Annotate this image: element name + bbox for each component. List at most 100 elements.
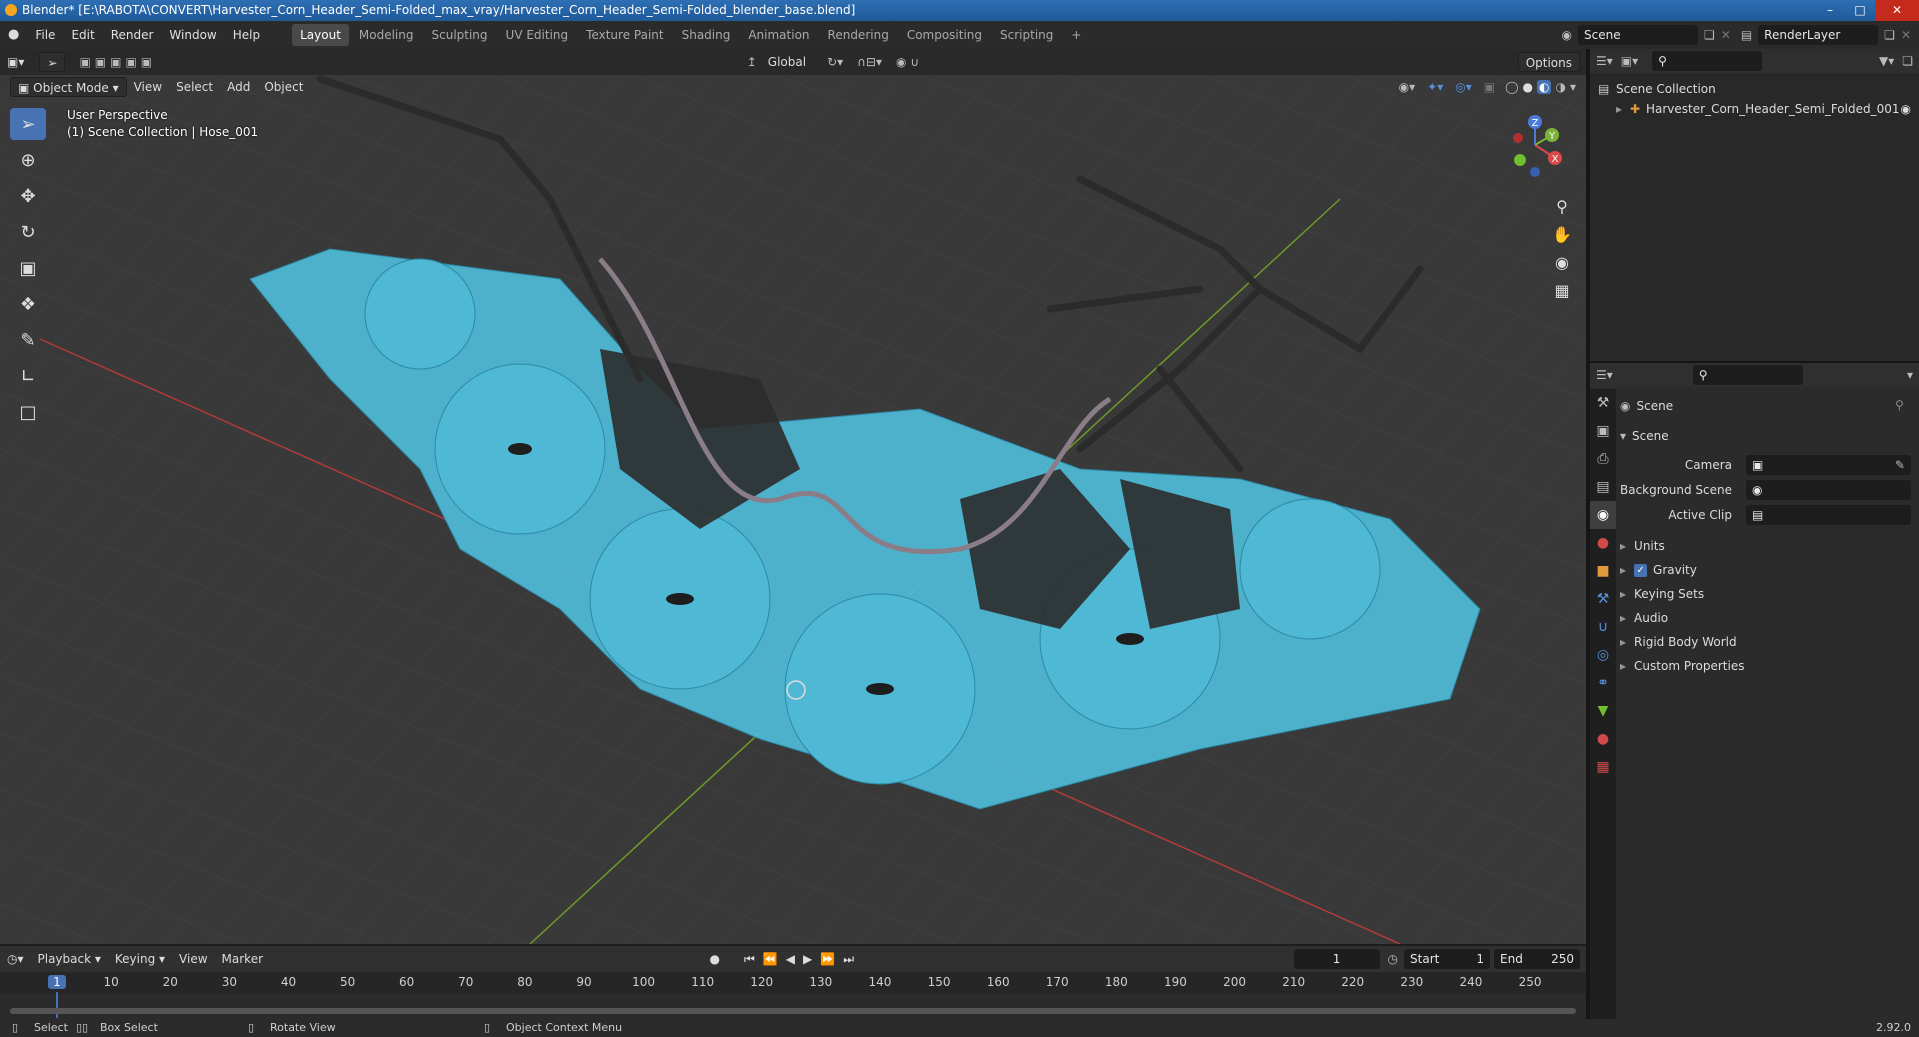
tab-rendering[interactable]: Rendering — [820, 24, 897, 46]
scene-selector[interactable]: Scene — [1578, 25, 1698, 45]
xray-icon[interactable]: ▣ — [1484, 80, 1495, 94]
move-tool-icon[interactable]: ✥ — [10, 180, 46, 212]
start-frame-field[interactable]: Start 1 — [1404, 949, 1491, 969]
material-tab-icon[interactable]: ● — [1590, 725, 1616, 753]
auto-keying-icon[interactable]: ● — [710, 952, 720, 966]
new-collection-icon[interactable]: ❏ — [1902, 54, 1913, 68]
tab-sculpting[interactable]: Sculpting — [424, 24, 496, 46]
new-scene-icon[interactable]: ❏ — [1704, 28, 1715, 42]
viewport-menu-object[interactable]: Object — [257, 77, 310, 97]
view-layer-tab-icon[interactable]: ▤ — [1590, 473, 1616, 501]
renderlayer-selector[interactable]: RenderLayer — [1758, 25, 1879, 45]
visibility-icon[interactable]: ◉▾ — [1399, 80, 1416, 94]
section-custom-properties[interactable]: ▸ Custom Properties — [1620, 655, 1744, 677]
tab-animation[interactable]: Animation — [740, 24, 817, 46]
visibility-eye-icon[interactable]: ◉ — [1901, 99, 1911, 119]
timeline-menu-playback[interactable]: Playback ▾ — [31, 949, 108, 969]
options-dropdown[interactable]: Options — [1517, 52, 1581, 72]
select-box-tool-icon[interactable]: ➢ — [10, 108, 46, 140]
background-scene-field[interactable]: ◉ — [1746, 480, 1911, 500]
add-workspace-icon[interactable]: + — [1063, 24, 1089, 46]
outliner-editor-icon[interactable]: ☰▾ — [1596, 54, 1613, 68]
menu-render[interactable]: Render — [103, 21, 162, 49]
next-keyframe-icon[interactable]: ⏩ — [820, 952, 835, 966]
timeline-menu-view[interactable]: View — [172, 949, 214, 969]
3d-viewport[interactable] — [0, 49, 1586, 944]
prev-keyframe-icon[interactable]: ⏪ — [763, 952, 778, 966]
delete-scene-icon[interactable]: ✕ — [1721, 28, 1731, 42]
object-tab-icon[interactable]: ■ — [1590, 557, 1616, 585]
cursor-tool-icon[interactable]: ⊕ — [10, 144, 46, 176]
shading-rendered-icon[interactable]: ◑ — [1555, 80, 1565, 94]
menu-window[interactable]: Window — [161, 21, 224, 49]
rotate-tool-icon[interactable]: ↻ — [10, 216, 46, 248]
scale-tool-icon[interactable]: ▣ — [10, 252, 46, 284]
transform-tool-icon[interactable]: ❖ — [10, 288, 46, 320]
output-tab-icon[interactable]: ⎙ — [1590, 445, 1616, 473]
current-frame-field[interactable]: 1 — [1293, 949, 1380, 969]
pan-hand-icon[interactable]: ✋ — [1548, 220, 1576, 248]
menu-edit[interactable]: Edit — [63, 21, 102, 49]
tab-modeling[interactable]: Modeling — [351, 24, 422, 46]
jump-start-icon[interactable]: ⏮ — [744, 952, 755, 967]
new-renderlayer-icon[interactable]: ❏ — [1884, 28, 1895, 42]
proportional-edit-icon[interactable]: ◉ ∪ — [896, 55, 919, 69]
timeline-editor-icon[interactable]: ◷▾ — [0, 949, 31, 969]
physics-tab-icon[interactable]: ◎ — [1590, 641, 1616, 669]
shading-options-icon[interactable]: ▾ — [1570, 80, 1576, 94]
shading-wireframe-icon[interactable]: ◯ — [1505, 80, 1518, 94]
select-mode-icon[interactable]: ➢ — [39, 52, 66, 72]
active-clip-field[interactable]: ▤ — [1746, 505, 1911, 525]
world-tab-icon[interactable]: ● — [1590, 529, 1616, 557]
maximize-button[interactable]: □ — [1845, 0, 1875, 21]
gizmo-toggle-icon[interactable]: ✦▾ — [1427, 80, 1443, 94]
end-frame-field[interactable]: End 250 — [1494, 949, 1581, 969]
add-cube-tool-icon[interactable]: □ — [10, 396, 46, 428]
transform-orientation-dropdown[interactable]: Global — [761, 52, 813, 72]
tab-texture-paint[interactable]: Texture Paint — [578, 24, 671, 46]
display-mode-icon[interactable]: ▣▾ — [1621, 54, 1638, 68]
viewport-menu-add[interactable]: Add — [220, 77, 257, 97]
viewport-menu-view[interactable]: View — [127, 77, 169, 97]
playhead-line[interactable] — [56, 992, 58, 1018]
ortho-grid-icon[interactable]: ▦ — [1548, 276, 1576, 304]
section-audio[interactable]: ▸ Audio — [1620, 607, 1668, 629]
scene-icon[interactable]: ◉ — [1562, 28, 1572, 42]
editor-type-icon[interactable]: ▣▾ — [0, 52, 31, 72]
section-gravity[interactable]: ▸ ✓ Gravity — [1620, 559, 1697, 581]
delete-renderlayer-icon[interactable]: ✕ — [1901, 28, 1911, 42]
renderlayer-icon[interactable]: ▤ — [1741, 28, 1752, 42]
frame-ruler[interactable]: 1 10 20 30 40 50 60 70 80 90 100 110 120 130 140 150 160… — [0, 972, 1586, 1018]
timeline-scrollbar[interactable] — [10, 1008, 1576, 1014]
timeline-menu-marker[interactable]: Marker — [215, 949, 270, 969]
play-icon[interactable]: ▶ — [803, 952, 812, 966]
menu-help[interactable]: Help — [225, 21, 268, 49]
snap-icon[interactable]: ∩⊟▾ — [857, 55, 882, 69]
play-reverse-icon[interactable]: ◀ — [786, 952, 795, 966]
mode-dropdown[interactable]: ▣ Object Mode ▾ — [10, 77, 127, 97]
filter-icon[interactable]: ▼▾ — [1879, 54, 1894, 68]
blender-logo-icon[interactable]: ● — [0, 21, 27, 49]
shading-material-icon[interactable]: ◐ — [1537, 80, 1552, 94]
outliner-row-harvester[interactable]: ▸ ✚ Harvester_Corn_Header_Semi_Folded_00… — [1590, 99, 1919, 119]
section-keying-sets[interactable]: ▸ Keying Sets — [1620, 583, 1704, 605]
close-window-button[interactable]: ✕ — [1875, 0, 1919, 21]
camera-field[interactable]: ▣ ✎ — [1746, 455, 1911, 475]
outliner-search-input[interactable]: ⚲ — [1652, 51, 1763, 71]
jump-end-icon[interactable]: ⏭ — [843, 952, 854, 967]
gravity-checkbox[interactable]: ✓ — [1634, 564, 1648, 577]
scene-panel-header[interactable]: ▾ Scene — [1620, 425, 1669, 447]
scene-tab-icon[interactable]: ◉ — [1590, 501, 1616, 529]
tab-scripting[interactable]: Scripting — [992, 24, 1061, 46]
viewport-menu-select[interactable]: Select — [169, 77, 220, 97]
eyedropper-icon[interactable]: ✎ — [1895, 455, 1905, 475]
clock-icon[interactable]: ◷ — [1388, 952, 1398, 966]
data-tab-icon[interactable]: ▼ — [1590, 697, 1616, 725]
annotate-tool-icon[interactable]: ✎ — [10, 324, 46, 356]
tab-shading[interactable]: Shading — [674, 24, 739, 46]
section-rigid-body-world[interactable]: ▸ Rigid Body World — [1620, 631, 1737, 653]
shading-solid-icon[interactable]: ● — [1523, 80, 1533, 94]
section-units[interactable]: ▸ Units — [1620, 535, 1665, 557]
minimize-button[interactable]: – — [1815, 0, 1845, 21]
properties-search-input[interactable]: ⚲ — [1692, 365, 1803, 385]
